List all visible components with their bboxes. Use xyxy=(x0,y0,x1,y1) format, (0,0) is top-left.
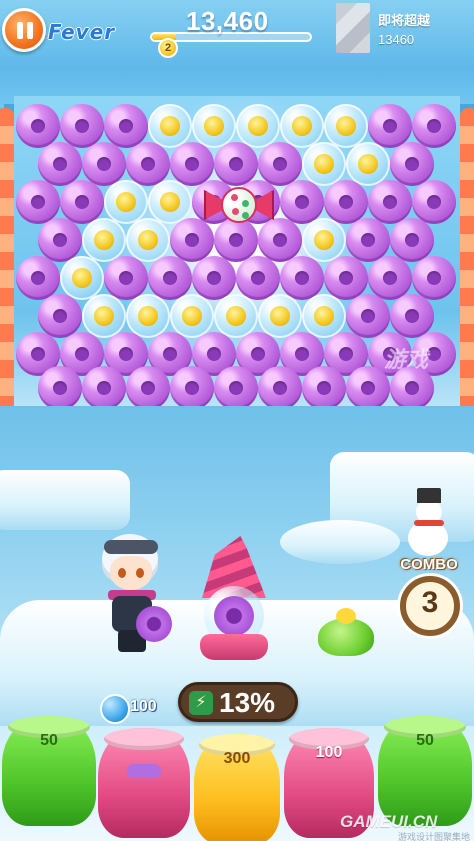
donut-bubble xyxy=(214,142,258,186)
score-pot: 50 xyxy=(2,716,96,826)
donut-bubble xyxy=(324,256,368,300)
donut-bubble xyxy=(16,180,60,224)
bubble-shooter[interactable] xyxy=(196,536,272,660)
donut-bubble xyxy=(148,256,192,300)
donut-bubble xyxy=(60,180,104,224)
donut-bubble xyxy=(390,218,434,262)
lightning-icon: ⚡ xyxy=(189,691,213,715)
game-screen: Fever 13,460 2 即将超越 13460 游戏 COMBO 3 100… xyxy=(0,0,474,841)
combo-count: 3 xyxy=(421,586,439,619)
donut-bubble xyxy=(38,142,82,186)
coin-bubble xyxy=(302,142,346,186)
donut-bubble xyxy=(38,218,82,262)
donut-bubble xyxy=(126,366,170,410)
donut-bubble xyxy=(302,366,346,410)
donut-bubble xyxy=(280,256,324,300)
coin-bubble xyxy=(236,104,280,148)
fever-label: Fever xyxy=(48,20,116,44)
donut-bubble xyxy=(412,256,456,300)
donut-bubble xyxy=(236,256,280,300)
player-character xyxy=(96,530,176,656)
rival-avatar xyxy=(336,3,370,53)
pot-value: 50 xyxy=(416,732,434,749)
pot-value: 300 xyxy=(223,750,251,767)
donut-bubble xyxy=(126,142,170,186)
rival-score: 13460 xyxy=(378,32,415,47)
donut-bubble xyxy=(258,142,302,186)
top-hud: Fever 13,460 2 即将超越 13460 xyxy=(0,0,474,68)
coin-bubble xyxy=(104,180,148,224)
donut-bubble xyxy=(104,104,148,148)
donut-bubble xyxy=(38,366,82,410)
donut-bubble xyxy=(368,256,412,300)
combo-label: COMBO xyxy=(400,556,458,573)
coin-bubble xyxy=(324,104,368,148)
donut-bubble xyxy=(346,218,390,262)
donut-bubble xyxy=(346,366,390,410)
coin-bubble xyxy=(148,180,192,224)
donut-bubble xyxy=(60,104,104,148)
score-pot: 300 xyxy=(194,734,280,841)
coin-bubble xyxy=(280,104,324,148)
donut-bubble xyxy=(38,294,82,338)
donut-bubble xyxy=(390,366,434,410)
coin-badge: 2 xyxy=(158,38,178,58)
pause-icon xyxy=(17,22,23,39)
coin-bubble xyxy=(82,294,126,338)
pause-icon xyxy=(27,22,33,39)
donut-bubble xyxy=(104,256,148,300)
donut-bubble xyxy=(258,366,302,410)
next-bubble-value: 100 xyxy=(130,698,157,715)
donut-bubble xyxy=(82,366,126,410)
coin-bubble xyxy=(60,256,104,300)
coin-bubble xyxy=(302,294,346,338)
donut-bubble xyxy=(280,180,324,224)
donut-bubble xyxy=(170,366,214,410)
coin-bubble xyxy=(126,218,170,262)
coin-bubble xyxy=(346,142,390,186)
donut-bubble xyxy=(16,104,60,148)
coin-bubble xyxy=(258,294,302,338)
donut-bubble xyxy=(412,180,456,224)
green-jelly-pet xyxy=(318,608,374,656)
coin-bubble xyxy=(214,294,258,338)
coin-bubble xyxy=(170,294,214,338)
donut-bubble xyxy=(368,180,412,224)
donut-bubble xyxy=(170,142,214,186)
coin-bubble xyxy=(82,218,126,262)
donut-bubble xyxy=(82,142,126,186)
rival-label: 即将超越 xyxy=(378,13,431,28)
donut-bubble xyxy=(346,294,390,338)
next-bubble[interactable] xyxy=(100,694,130,724)
coin-bubble xyxy=(192,104,236,148)
coin-bubble xyxy=(148,104,192,148)
brand-subtitle: 游戏设计图聚集地 xyxy=(397,832,470,841)
candy-icon xyxy=(204,182,274,228)
score-pot xyxy=(98,728,190,838)
donut-bubble xyxy=(390,142,434,186)
score-pot: 50 xyxy=(378,716,472,826)
pot-value: 100 xyxy=(315,744,343,761)
donut-bubble xyxy=(368,104,412,148)
donut-bubble xyxy=(16,256,60,300)
loaded-bubble xyxy=(214,596,254,636)
coin-bubble xyxy=(302,218,346,262)
donut-bubble xyxy=(192,256,236,300)
side-watermark: 游戏 xyxy=(384,347,429,372)
pause-button[interactable] xyxy=(2,8,46,52)
donut-bubble xyxy=(412,104,456,148)
coin-bubble xyxy=(126,294,170,338)
progress-percent: 13% xyxy=(219,687,276,718)
clear-progress: ⚡ 13% xyxy=(178,682,298,722)
donut-bubble xyxy=(390,294,434,338)
score-value: 13,460 xyxy=(186,6,269,36)
combo-counter: COMBO 3 xyxy=(388,548,470,648)
donut-bubble xyxy=(324,180,368,224)
donut-bubble xyxy=(214,366,258,410)
ice-hole xyxy=(280,520,400,564)
ice-floe xyxy=(0,470,130,530)
pot-value: 50 xyxy=(40,732,58,749)
held-donut-icon xyxy=(136,606,172,642)
